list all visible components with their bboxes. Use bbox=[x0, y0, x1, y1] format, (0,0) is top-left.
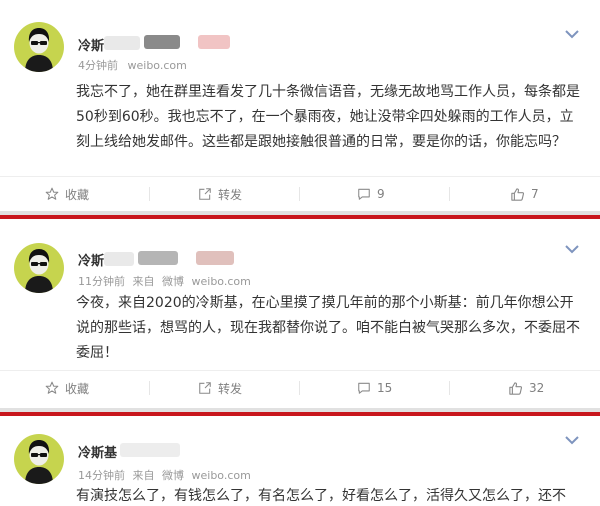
post-time: 11分钟前 bbox=[78, 275, 125, 288]
like-count: 7 bbox=[531, 187, 539, 201]
repost-button[interactable]: 转发 bbox=[198, 371, 242, 405]
redacted-name bbox=[196, 251, 234, 265]
post-source-prefix: 来自 bbox=[132, 275, 155, 288]
divider bbox=[449, 381, 450, 395]
post-text: 今夜，来自2020的冷斯基，在心里摸了摸几年前的那个小斯基：前几年你想公开说的那… bbox=[76, 295, 580, 361]
chevron-down-icon[interactable] bbox=[564, 28, 580, 40]
divider bbox=[299, 381, 300, 395]
action-bar: 收藏 转发 9 7 bbox=[0, 177, 600, 211]
redacted-name bbox=[144, 35, 180, 49]
weibo-post: 冷斯 11分钟前 来自 微博 weibo.com 今夜，来自2020的冷斯基，在… bbox=[0, 215, 600, 408]
username[interactable]: 冷斯 bbox=[78, 250, 104, 269]
comment-count: 9 bbox=[377, 187, 385, 201]
repost-icon bbox=[199, 382, 211, 394]
thumbs-up-icon bbox=[511, 187, 525, 201]
username[interactable]: 冷斯 bbox=[78, 35, 104, 54]
comment-count: 15 bbox=[377, 381, 393, 395]
avatar[interactable] bbox=[14, 243, 64, 293]
collect-button[interactable]: 收藏 bbox=[45, 371, 89, 405]
post-source-url: weibo.com bbox=[127, 59, 187, 72]
post-text: 我忘不了，她在群里连看发了几十条微信语音，无缘无故地骂工作人员，每条都是50秒到… bbox=[76, 84, 580, 150]
post-time: 4分钟前 bbox=[78, 59, 118, 72]
redacted-name bbox=[104, 252, 134, 266]
weibo-post: 冷斯 4分钟前 weibo.com 我忘不了，她在群里连看发了几十条微信语音，无… bbox=[0, 0, 600, 211]
action-bar: 收藏 转发 15 32 bbox=[0, 371, 600, 405]
weibo-post: 冷斯基 14分钟前 来自 微博 weibo.com 有演技怎么了，有钱怎么了，有… bbox=[0, 412, 600, 506]
post-accent-bar bbox=[0, 215, 600, 219]
redacted-name bbox=[138, 251, 178, 265]
like-count: 32 bbox=[529, 381, 545, 395]
like-button[interactable]: 7 bbox=[510, 177, 539, 211]
comment-icon bbox=[358, 382, 370, 394]
collect-label: 收藏 bbox=[65, 187, 90, 202]
post-source[interactable]: 微博 bbox=[162, 469, 184, 482]
post-time: 14分钟前 bbox=[78, 469, 125, 482]
repost-label: 转发 bbox=[218, 381, 243, 396]
comment-button[interactable]: 9 bbox=[357, 177, 385, 211]
collect-label: 收藏 bbox=[65, 381, 90, 396]
repost-icon bbox=[199, 188, 211, 200]
repost-label: 转发 bbox=[218, 187, 243, 202]
post-source-url: weibo.com bbox=[191, 469, 251, 482]
post-text: 有演技怎么了，有钱怎么了，有名怎么了，好看怎么了，活得久又怎么了，还不 bbox=[76, 488, 566, 504]
collect-button[interactable]: 收藏 bbox=[45, 177, 89, 211]
post-accent-bar bbox=[0, 412, 600, 416]
thumbs-up-icon bbox=[509, 381, 523, 395]
like-button[interactable]: 32 bbox=[508, 371, 544, 405]
redacted-name bbox=[104, 36, 140, 50]
redacted-name bbox=[198, 35, 230, 49]
post-source[interactable]: 微博 bbox=[162, 275, 184, 288]
divider bbox=[449, 187, 450, 201]
post-meta: 11分钟前 来自 微博 weibo.com bbox=[78, 273, 251, 289]
post-meta: 4分钟前 weibo.com bbox=[78, 57, 187, 73]
redacted-name bbox=[120, 443, 180, 457]
comment-button[interactable]: 15 bbox=[357, 371, 392, 405]
divider bbox=[149, 187, 150, 201]
chevron-down-icon[interactable] bbox=[564, 243, 580, 255]
avatar[interactable] bbox=[14, 22, 64, 72]
post-source-url: weibo.com bbox=[191, 275, 251, 288]
chevron-down-icon[interactable] bbox=[564, 434, 580, 446]
divider bbox=[299, 187, 300, 201]
username[interactable]: 冷斯基 bbox=[78, 442, 117, 461]
post-source-prefix: 来自 bbox=[132, 469, 155, 482]
post-meta: 14分钟前 来自 微博 weibo.com bbox=[78, 467, 251, 483]
avatar[interactable] bbox=[14, 434, 64, 484]
star-icon bbox=[45, 187, 59, 200]
star-icon bbox=[45, 381, 59, 394]
repost-button[interactable]: 转发 bbox=[198, 177, 242, 211]
comment-icon bbox=[358, 188, 370, 200]
divider bbox=[149, 381, 150, 395]
